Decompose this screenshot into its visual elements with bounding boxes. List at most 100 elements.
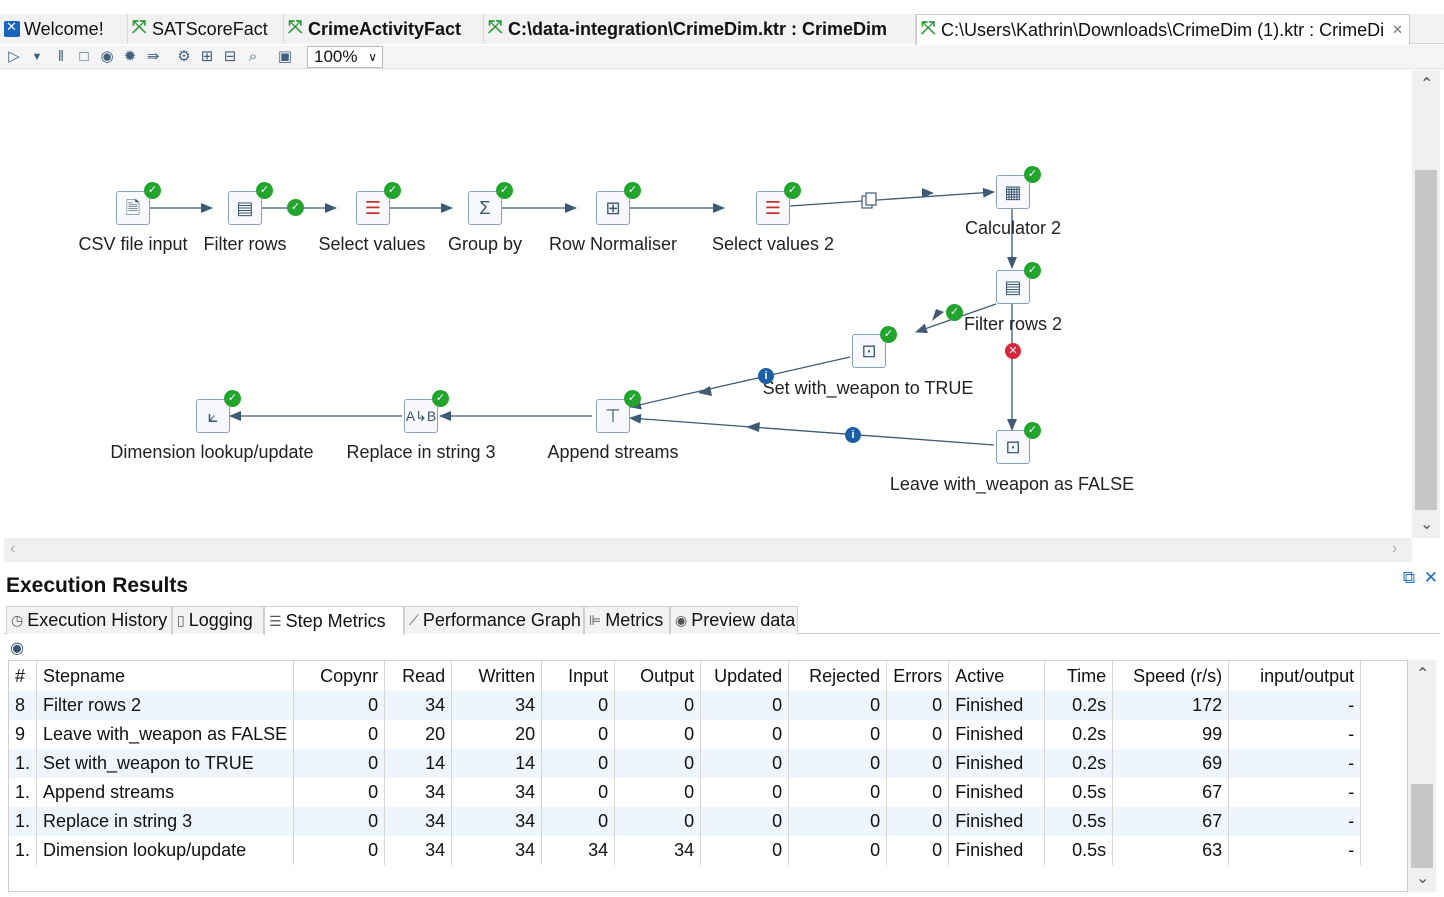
transformation-icon [488,17,504,38]
scrollbar-thumb[interactable] [1415,170,1437,510]
cell-errors: 0 [886,720,950,749]
cell-written: 34 [451,807,543,836]
hop-line[interactable] [789,187,995,207]
column-header[interactable]: Errors [886,661,950,691]
close-icon[interactable]: ✕ [1392,22,1403,38]
table-vertical-scrollbar[interactable]: ⌃ ⌄ [1408,660,1436,892]
canvas-vertical-scrollbar[interactable]: ⌃ ⌄ [1412,70,1440,538]
maximize-panel-icon[interactable]: ⧉ [1403,568,1415,587]
scroll-left-icon[interactable]: ‹ [10,540,15,558]
preview-icon[interactable]: ◉ [98,48,116,66]
cell-updated: 0 [700,720,790,749]
scroll-right-icon[interactable]: › [1392,540,1397,558]
tab-welcome[interactable]: Welcome! [0,14,128,44]
table-row[interactable]: 1. Set with_weapon to TRUE 0 14 14 0 0 0… [9,749,1362,778]
step-csv-file-input[interactable]: 🗎 [116,191,150,225]
step-append-streams[interactable]: ⊤ [596,399,630,433]
scroll-down-icon[interactable]: ⌄ [1416,868,1429,888]
column-header[interactable]: Rejected [788,661,888,691]
logging-icon: ▯ [177,612,185,628]
column-header[interactable]: Input [541,661,616,691]
step-label-replace-in-string-3: Replace in string 3 [346,442,496,462]
column-header[interactable]: Output [614,661,702,691]
tab-label: CrimeActivityFact [308,18,462,39]
replay-icon[interactable]: ⇛ [144,48,162,66]
tab-crimedim[interactable]: C:\data-integration\CrimeDim.ktr : Crime… [484,14,916,44]
cell-rejected: 0 [788,691,888,720]
column-header[interactable]: Time [1044,661,1114,691]
cell-copynr: 0 [293,691,386,720]
column-header[interactable]: Copynr [293,661,386,691]
sql-icon[interactable]: ⊟ [221,48,239,66]
column-header[interactable]: Active [948,661,1046,691]
scroll-up-icon[interactable]: ⌃ [1420,74,1433,94]
cell-speed: 67 [1112,778,1230,807]
close-panel-icon[interactable]: ✕ [1424,568,1438,587]
pause-icon[interactable]: ‖ [52,48,70,66]
tab-crimedim-downloads[interactable]: C:\Users\Kathrin\Downloads\CrimeDim (1).… [916,14,1410,45]
cell-written: 34 [451,836,543,865]
cell-output: 0 [614,807,702,836]
table-row[interactable]: 8 Filter rows 2 0 34 34 0 0 0 0 0 Finish… [9,691,1362,720]
step-dimension-lookup-update[interactable]: ⟀ [196,399,230,433]
cell-input: 0 [541,778,616,807]
column-header[interactable]: Speed (r/s) [1112,661,1230,691]
cell-output: 0 [614,778,702,807]
tab-satscorefact[interactable]: SATScoreFact [128,14,284,44]
scrollbar-thumb[interactable] [1411,784,1433,868]
column-header[interactable]: Updated [700,661,790,691]
column-header[interactable]: Written [451,661,543,691]
canvas-horizontal-scrollbar[interactable]: ‹ › [4,538,1412,562]
success-check-icon: ✓ [144,182,161,199]
table-row[interactable]: 1. Replace in string 3 0 34 34 0 0 0 0 0… [9,807,1362,836]
show-results-icon[interactable]: ▣ [276,48,294,66]
cell-read: 34 [384,778,453,807]
step-row-normaliser[interactable]: ⊞ [596,191,630,225]
table-row[interactable]: 9 Leave with_weapon as FALSE 0 20 20 0 0… [9,720,1362,749]
verify-icon[interactable]: ⚙ [175,48,193,66]
column-header[interactable]: input/output [1228,661,1362,691]
scroll-up-icon[interactable]: ⌃ [1416,664,1429,684]
step-label-dimension-lookup-update: Dimension lookup/update [110,442,314,462]
tab-logging[interactable]: ▯ Logging [172,606,264,634]
step-select-values[interactable]: ☰ [356,191,390,225]
table-row[interactable]: 1. Dimension lookup/update 0 34 34 34 34… [9,836,1362,865]
tab-preview-data[interactable]: ◉ Preview data [670,606,798,634]
tab-step-metrics[interactable]: ☰ Step Metrics [264,606,404,635]
scroll-down-icon[interactable]: ⌄ [1420,514,1433,534]
tab-label: C:\Users\Kathrin\Downloads\CrimeDim (1).… [941,19,1385,40]
tab-execution-history[interactable]: ◷ Execution History [6,606,172,634]
step-calculator-2[interactable]: ▦ [996,175,1030,209]
table-row[interactable]: 1. Append streams 0 34 34 0 0 0 0 0 Fini… [9,778,1362,807]
column-header[interactable]: # [9,661,38,691]
chevron-down-icon: ∨ [368,50,377,64]
success-check-icon: ✓ [384,182,401,199]
impact-icon[interactable]: ⊞ [198,48,216,66]
column-header[interactable]: Read [384,661,453,691]
step-replace-in-string-3[interactable]: A↳B [404,399,438,433]
step-select-values-2[interactable]: ☰ [756,191,790,225]
cell-index: 8 [9,691,38,720]
tab-performance-graph[interactable]: ⟋ Performance Graph [404,606,584,634]
cell-index: 1. [9,836,38,865]
hop-line[interactable] [629,413,995,446]
tab-crimeactivityfact[interactable]: CrimeActivityFact [284,14,484,44]
tab-metrics[interactable]: ⊫ Metrics [584,606,670,634]
explore-db-icon[interactable]: ⌕ [244,48,262,66]
kettle-icon [4,19,20,37]
true-result-check-icon: ✓ [287,199,304,216]
cell-written: 34 [451,691,543,720]
tab-label: Metrics [605,610,664,630]
cell-errors: 0 [886,778,950,807]
zoom-select[interactable]: 100% ∨ [307,46,383,68]
step-filter-rows[interactable]: ▤ [228,191,262,225]
step-label-row-normaliser: Row Normaliser [548,234,678,254]
show-active-steps-icon[interactable]: ◉ [10,638,24,658]
run-dropdown-icon[interactable]: ▼ [28,48,46,66]
column-header[interactable]: Stepname [36,661,295,691]
run-icon[interactable]: ▷ [5,48,23,66]
stop-icon[interactable]: □ [75,48,93,66]
transformation-canvas[interactable]: 🗎 ✓ CSV file input ▤ ✓ Filter rows ✓ ☰ ✓… [4,70,1412,538]
debug-icon[interactable]: ✹ [121,48,139,66]
step-group-by[interactable]: Σ [468,191,502,225]
